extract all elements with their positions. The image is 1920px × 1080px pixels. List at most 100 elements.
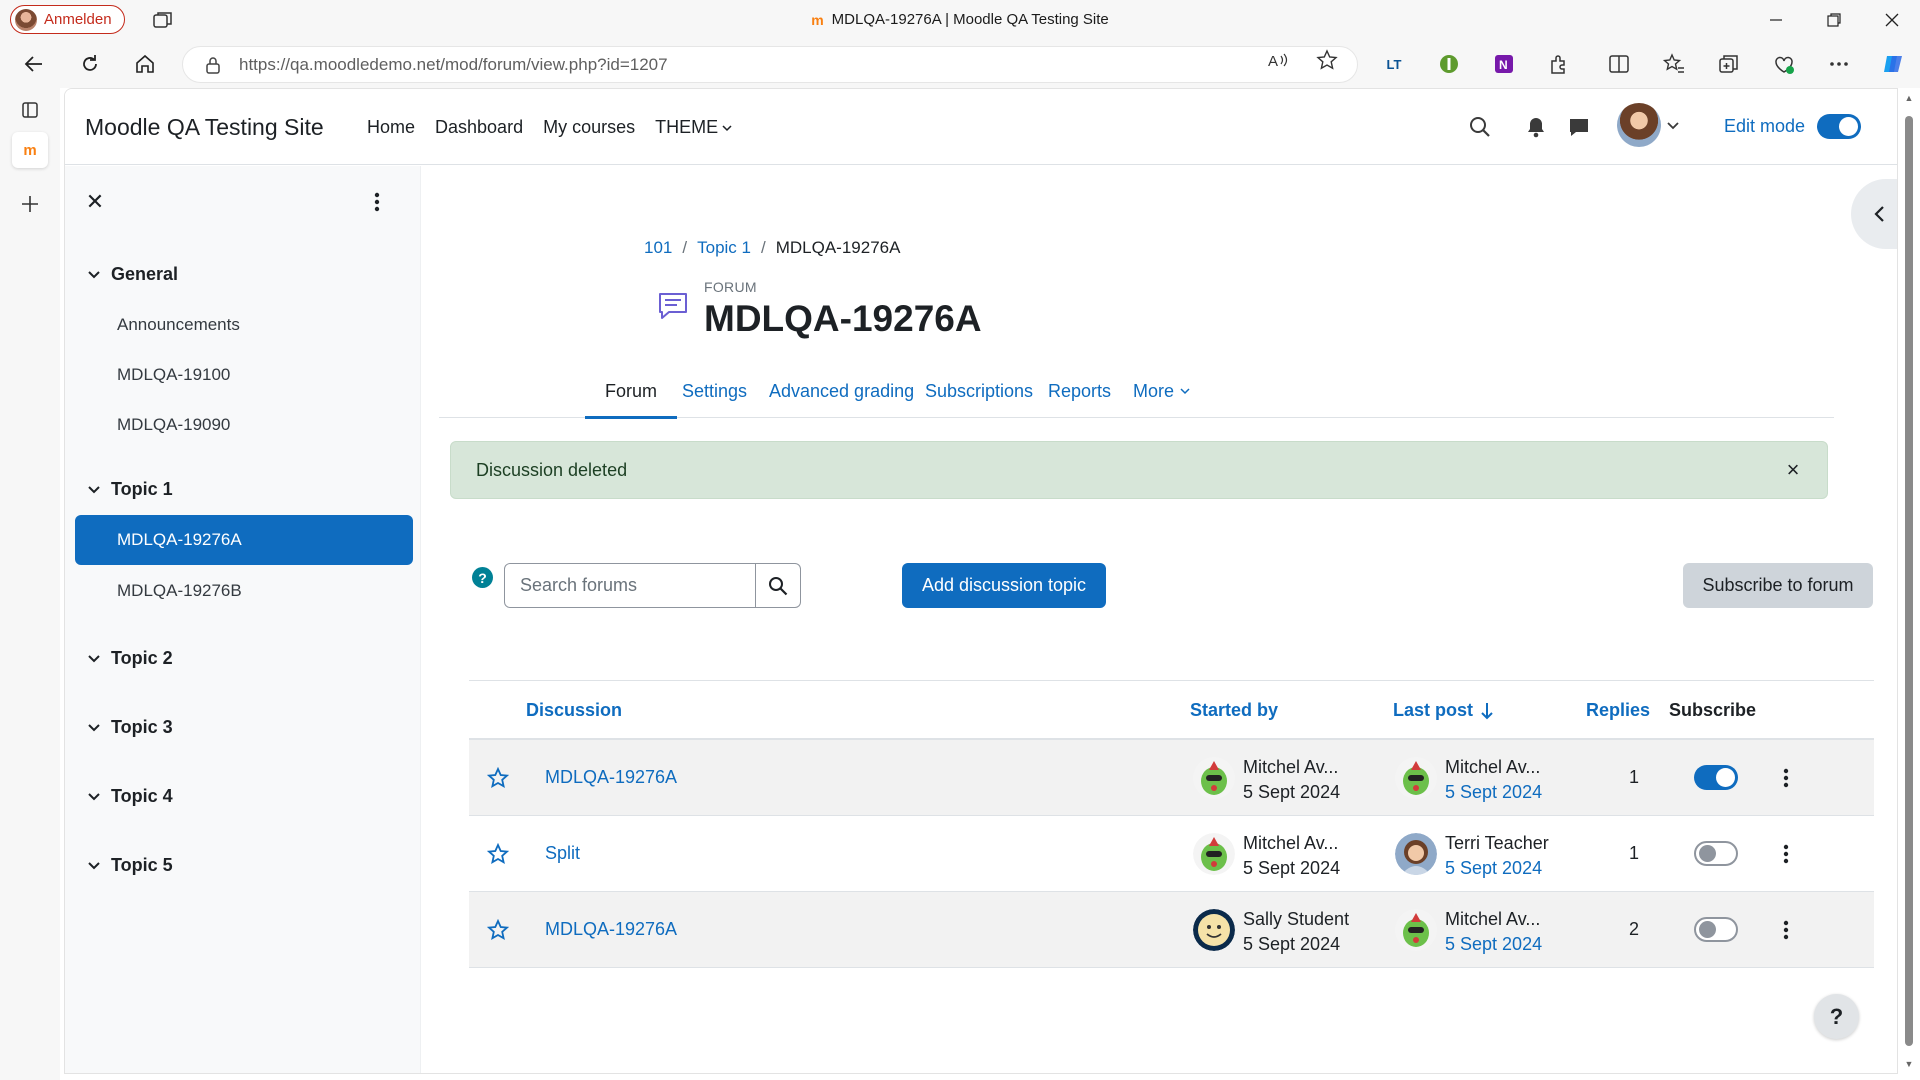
edit-mode-toggle[interactable]	[1817, 114, 1861, 139]
table-row: Split Mitchel Av... 5 Sept 2024 Terri Te…	[469, 816, 1874, 892]
notifications-bell-icon[interactable]	[1524, 115, 1548, 139]
last-post-author[interactable]: Terri Teacher	[1445, 831, 1549, 856]
home-icon[interactable]	[133, 52, 157, 76]
replies-count[interactable]: 1	[1619, 843, 1649, 864]
forum-search	[504, 563, 801, 608]
scroll-up-arrow-icon[interactable]: ▲	[1904, 94, 1914, 103]
page-scrollbar[interactable]: ▲ ▼	[1898, 88, 1920, 1080]
search-submit-button[interactable]	[756, 563, 801, 608]
star-icon[interactable]	[486, 842, 510, 865]
favorite-star-icon[interactable]	[1316, 49, 1338, 71]
col-replies[interactable]: Replies	[1586, 700, 1650, 721]
alert-close-icon[interactable]: ×	[1781, 457, 1805, 482]
split-screen-icon[interactable]	[1607, 52, 1631, 76]
copilot-icon[interactable]	[1882, 52, 1906, 76]
favorites-icon[interactable]	[1662, 52, 1686, 76]
subscribe-toggle[interactable]	[1694, 917, 1738, 942]
course-index-item-mdlqa-19100[interactable]: MDLQA-19100	[75, 350, 413, 400]
col-discussion[interactable]: Discussion	[526, 700, 622, 721]
add-discussion-topic-button[interactable]: Add discussion topic	[902, 563, 1106, 608]
search-help-icon[interactable]: ?	[472, 567, 493, 588]
close-drawer-icon[interactable]: ✕	[83, 189, 107, 214]
row-actions-icon[interactable]	[1774, 842, 1798, 866]
course-index-drawer: ✕ General Announcements MDLQA-19100 MDLQ…	[65, 166, 421, 1073]
breadcrumb-course[interactable]: 101	[644, 238, 672, 258]
starter-name[interactable]: Mitchel Av...	[1243, 755, 1340, 780]
replies-count[interactable]: 2	[1619, 919, 1649, 940]
onenote-extension-icon[interactable]: N	[1492, 52, 1516, 76]
course-index-options-icon[interactable]	[365, 190, 389, 214]
section-topic-4[interactable]: Topic 4	[87, 786, 173, 807]
replies-count[interactable]: 1	[1619, 767, 1649, 788]
col-last-post[interactable]: Last post	[1393, 700, 1493, 721]
course-index-item-mdlqa-19276a-active[interactable]: MDLQA-19276A	[75, 515, 413, 565]
user-menu-chevron-down-icon[interactable]	[1667, 117, 1679, 135]
back-icon[interactable]	[22, 52, 46, 76]
active-tab-moodle-icon[interactable]: m	[12, 132, 48, 168]
scrollbar-thumb[interactable]	[1905, 116, 1913, 1046]
extensions-puzzle-icon[interactable]	[1547, 52, 1571, 76]
discussion-link[interactable]: Split	[545, 843, 580, 864]
restore-icon[interactable]	[1822, 8, 1846, 32]
subscribe-toggle[interactable]	[1694, 765, 1738, 790]
tab-advanced-grading[interactable]: Advanced grading	[769, 364, 914, 418]
starter-name[interactable]: Sally Student	[1243, 907, 1349, 932]
close-window-icon[interactable]	[1880, 8, 1904, 32]
nav-home[interactable]: Home	[367, 117, 415, 138]
course-index-item-announcements[interactable]: Announcements	[75, 300, 413, 350]
section-general[interactable]: General	[87, 264, 178, 285]
language-tool-extension-icon[interactable]: LT	[1382, 52, 1406, 76]
read-aloud-icon[interactable]: A	[1267, 49, 1289, 71]
tab-forum[interactable]: Forum	[584, 364, 678, 419]
star-icon[interactable]	[486, 766, 510, 789]
section-topic-5[interactable]: Topic 5	[87, 855, 173, 876]
search-icon[interactable]	[1468, 115, 1492, 139]
nav-theme[interactable]: THEME	[655, 117, 732, 138]
last-post-date-link[interactable]: 5 Sept 2024	[1445, 932, 1542, 957]
user-avatar[interactable]	[1617, 103, 1661, 147]
chevron-down-icon	[87, 721, 101, 735]
section-topic-3[interactable]: Topic 3	[87, 717, 173, 738]
page-title: MDLQA-19276A	[704, 298, 982, 339]
starter-name[interactable]: Mitchel Av...	[1243, 831, 1340, 856]
course-index-item-mdlqa-19090[interactable]: MDLQA-19090	[75, 400, 413, 450]
refresh-icon[interactable]	[78, 52, 102, 76]
section-topic-2[interactable]: Topic 2	[87, 648, 173, 669]
tab-reports[interactable]: Reports	[1048, 364, 1111, 418]
nav-dashboard[interactable]: Dashboard	[435, 117, 523, 138]
last-post-date-link[interactable]: 5 Sept 2024	[1445, 780, 1542, 805]
course-index-item-mdlqa-19276b[interactable]: MDLQA-19276B	[75, 566, 413, 616]
row-actions-icon[interactable]	[1774, 766, 1798, 790]
collections-icon[interactable]	[1717, 52, 1741, 76]
star-icon[interactable]	[486, 918, 510, 941]
tab-more[interactable]: More	[1133, 364, 1190, 418]
subscribe-to-forum-button[interactable]: Subscribe to forum	[1683, 563, 1873, 608]
lock-icon[interactable]	[205, 56, 221, 79]
settings-more-icon[interactable]	[1827, 52, 1851, 76]
messages-chat-icon[interactable]	[1567, 115, 1591, 139]
site-name[interactable]: Moodle QA Testing Site	[85, 114, 324, 141]
new-tab-plus-icon[interactable]	[12, 186, 48, 222]
discussion-link[interactable]: MDLQA-19276A	[545, 919, 677, 940]
last-post-author[interactable]: Mitchel Av...	[1445, 907, 1542, 932]
subscribe-toggle[interactable]	[1694, 841, 1738, 866]
scroll-down-arrow-icon[interactable]: ▼	[1904, 1060, 1914, 1069]
nav-my-courses[interactable]: My courses	[543, 117, 635, 138]
discussion-link[interactable]: MDLQA-19276A	[545, 767, 677, 788]
vertical-tabs-icon[interactable]	[12, 92, 48, 128]
moodle-navbar: Moodle QA Testing Site Home Dashboard My…	[65, 89, 1897, 165]
footer-help-button[interactable]: ?	[1814, 994, 1859, 1039]
tab-settings[interactable]: Settings	[682, 364, 747, 418]
breadcrumb-section[interactable]: Topic 1	[697, 238, 751, 258]
search-forums-input[interactable]	[504, 563, 756, 608]
last-post-author[interactable]: Mitchel Av...	[1445, 755, 1542, 780]
minimize-icon[interactable]	[1764, 8, 1788, 32]
address-bar[interactable]: https://qa.moodledemo.net/mod/forum/view…	[182, 46, 1358, 83]
section-topic-1[interactable]: Topic 1	[87, 479, 173, 500]
tab-subscriptions[interactable]: Subscriptions	[925, 364, 1033, 418]
row-actions-icon[interactable]	[1774, 918, 1798, 942]
browser-essentials-icon[interactable]	[1772, 52, 1796, 76]
col-started-by[interactable]: Started by	[1190, 700, 1278, 721]
last-post-date-link[interactable]: 5 Sept 2024	[1445, 856, 1549, 881]
shield-extension-icon[interactable]	[1437, 52, 1461, 76]
